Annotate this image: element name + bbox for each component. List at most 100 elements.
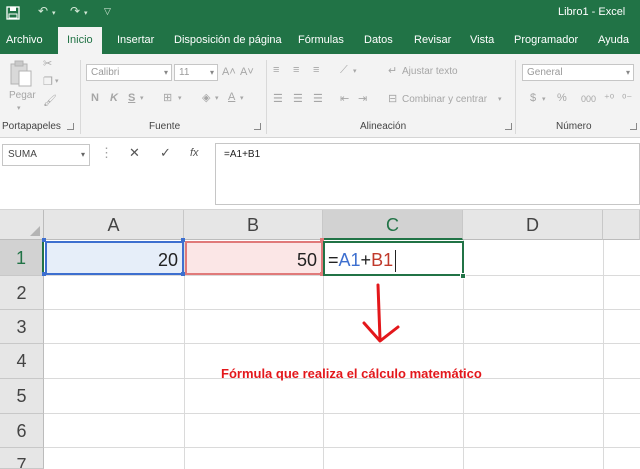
currency-dropdown-icon[interactable]: ▾ [542, 95, 546, 103]
column-header-d[interactable]: D [463, 210, 603, 240]
row-header-4[interactable]: 4 [0, 344, 44, 379]
row-header-3[interactable]: 3 [0, 310, 44, 344]
alignment-launcher-icon[interactable] [505, 123, 512, 130]
tab-insertar[interactable]: Insertar [117, 27, 154, 54]
tab-archivo[interactable]: Archivo [6, 27, 43, 54]
save-icon[interactable] [6, 6, 20, 20]
tab-vista[interactable]: Vista [470, 27, 494, 54]
copy-icon[interactable]: ❐ [43, 75, 53, 88]
insert-function-icon[interactable]: fx [190, 147, 199, 159]
format-painter-icon[interactable]: 🖌 [43, 94, 57, 107]
column-header-a[interactable]: A [44, 210, 184, 240]
title-bar: ↶ ▾ ↷ ▾ ▽ Libro1 - Excel [0, 0, 640, 27]
row-header-5[interactable]: 5 [0, 379, 44, 414]
select-all-button[interactable] [0, 210, 44, 240]
wrap-text-button[interactable]: Ajustar texto [402, 66, 458, 77]
enter-icon[interactable]: ✓ [160, 145, 171, 161]
tab-disposicion[interactable]: Disposición de página [174, 27, 282, 54]
formula-plus: + [360, 250, 372, 270]
cell-b1[interactable]: 50 [185, 241, 323, 275]
merge-center-button[interactable]: Combinar y centrar [402, 94, 487, 105]
alignment-group-label: Alineación [360, 121, 407, 132]
column-header-next[interactable] [603, 210, 640, 240]
thousands-button[interactable]: 000 [581, 94, 596, 104]
borders-dropdown-icon[interactable]: ▾ [178, 94, 182, 102]
fill-color-icon[interactable]: ◈ [202, 91, 210, 104]
orientation-icon[interactable]: ⟋ [340, 64, 348, 77]
tab-ayuda[interactable]: Ayuda [598, 27, 629, 54]
customize-toolbar-icon[interactable]: ▽ [104, 6, 111, 17]
font-name-combo[interactable]: Calibri ▾ [86, 64, 172, 81]
formula-input[interactable]: =A1+B1 [215, 143, 640, 205]
merge-center-icon[interactable]: ⊟ [388, 92, 397, 105]
font-size-combo[interactable]: 11 ▾ [174, 64, 218, 81]
increase-decimal-icon[interactable]: ⁺⁰ [604, 92, 614, 105]
cut-icon[interactable]: ✂ [43, 57, 52, 70]
row-header-6[interactable]: 6 [0, 414, 44, 448]
undo-icon[interactable]: ↶ [38, 4, 48, 18]
bold-button[interactable]: N [91, 92, 99, 104]
align-top-icon[interactable]: ≡ [273, 64, 279, 76]
merge-dropdown-icon[interactable]: ▾ [498, 95, 502, 103]
chevron-down-icon: ▾ [209, 68, 214, 77]
font-launcher-icon[interactable] [254, 123, 261, 130]
font-name-value: Calibri [91, 67, 120, 78]
fill-dropdown-icon[interactable]: ▾ [215, 94, 219, 102]
row-header-1[interactable]: 1 [0, 240, 44, 276]
tab-formulas[interactable]: Fórmulas [298, 27, 344, 54]
tab-revisar[interactable]: Revisar [414, 27, 451, 54]
column-header-c[interactable]: C [323, 210, 463, 240]
clipboard-launcher-icon[interactable] [67, 123, 74, 130]
undo-dropdown-icon[interactable]: ▾ [52, 9, 56, 17]
currency-button[interactable]: $ [530, 92, 536, 104]
more-options-icon: ⋮ [100, 145, 113, 160]
align-right-icon[interactable]: ☰ [313, 92, 323, 105]
grow-font-icon[interactable]: A˄ [222, 66, 236, 78]
column-header-b[interactable]: B [184, 210, 323, 240]
redo-icon[interactable]: ↷ [70, 4, 80, 18]
tab-programador[interactable]: Programador [514, 27, 578, 54]
gridline [44, 309, 640, 310]
number-format-combo[interactable]: General ▾ [522, 64, 634, 81]
chevron-down-icon: ▾ [80, 150, 85, 159]
align-bottom-icon[interactable]: ≡ [313, 64, 319, 76]
borders-icon[interactable]: ⊞ [163, 91, 172, 104]
range-handle[interactable] [42, 272, 46, 276]
formula-ref-b1: B1 [371, 250, 394, 270]
align-center-icon[interactable]: ☰ [293, 92, 303, 105]
font-color-dropdown-icon[interactable]: ▾ [240, 94, 244, 102]
increase-indent-icon[interactable]: ⇥ [358, 92, 367, 105]
tab-datos[interactable]: Datos [364, 27, 393, 54]
copy-dropdown-icon[interactable]: ▾ [55, 77, 59, 85]
fill-handle[interactable] [460, 273, 466, 279]
underline-dropdown-icon[interactable]: ▾ [140, 94, 144, 102]
paste-icon[interactable] [9, 60, 33, 88]
underline-button[interactable]: S [128, 92, 135, 104]
italic-button[interactable]: K [110, 92, 118, 104]
window-title: Libro1 - Excel [558, 6, 626, 18]
percent-button[interactable]: % [557, 92, 567, 104]
name-box[interactable]: SUMA ▾ [2, 144, 90, 166]
range-handle[interactable] [42, 238, 46, 242]
paste-label[interactable]: Pegar [9, 90, 36, 101]
cell-c1-editing[interactable]: =A1+B1 [323, 241, 464, 276]
separator [80, 60, 81, 134]
tab-inicio[interactable]: Inicio [58, 27, 102, 54]
font-color-icon[interactable]: A [228, 91, 235, 103]
shrink-font-icon[interactable]: A˅ [240, 66, 254, 78]
align-middle-icon[interactable]: ≡ [293, 64, 299, 76]
row-header-7[interactable]: 7 [0, 448, 44, 469]
redo-dropdown-icon[interactable]: ▾ [84, 9, 88, 17]
decrease-indent-icon[interactable]: ⇤ [340, 92, 349, 105]
wrap-text-icon[interactable]: ↵ [388, 64, 397, 77]
paste-dropdown-icon[interactable]: ▾ [17, 104, 21, 112]
number-launcher-icon[interactable] [630, 123, 637, 130]
decrease-decimal-icon[interactable]: ⁰⁻ [622, 92, 632, 105]
chevron-down-icon: ▾ [625, 68, 630, 77]
separator [266, 60, 267, 134]
cancel-icon[interactable]: ✕ [129, 145, 140, 161]
cell-a1[interactable]: 20 [45, 241, 184, 275]
align-left-icon[interactable]: ☰ [273, 92, 283, 105]
orientation-dropdown-icon[interactable]: ▾ [353, 67, 357, 75]
row-header-2[interactable]: 2 [0, 276, 44, 310]
